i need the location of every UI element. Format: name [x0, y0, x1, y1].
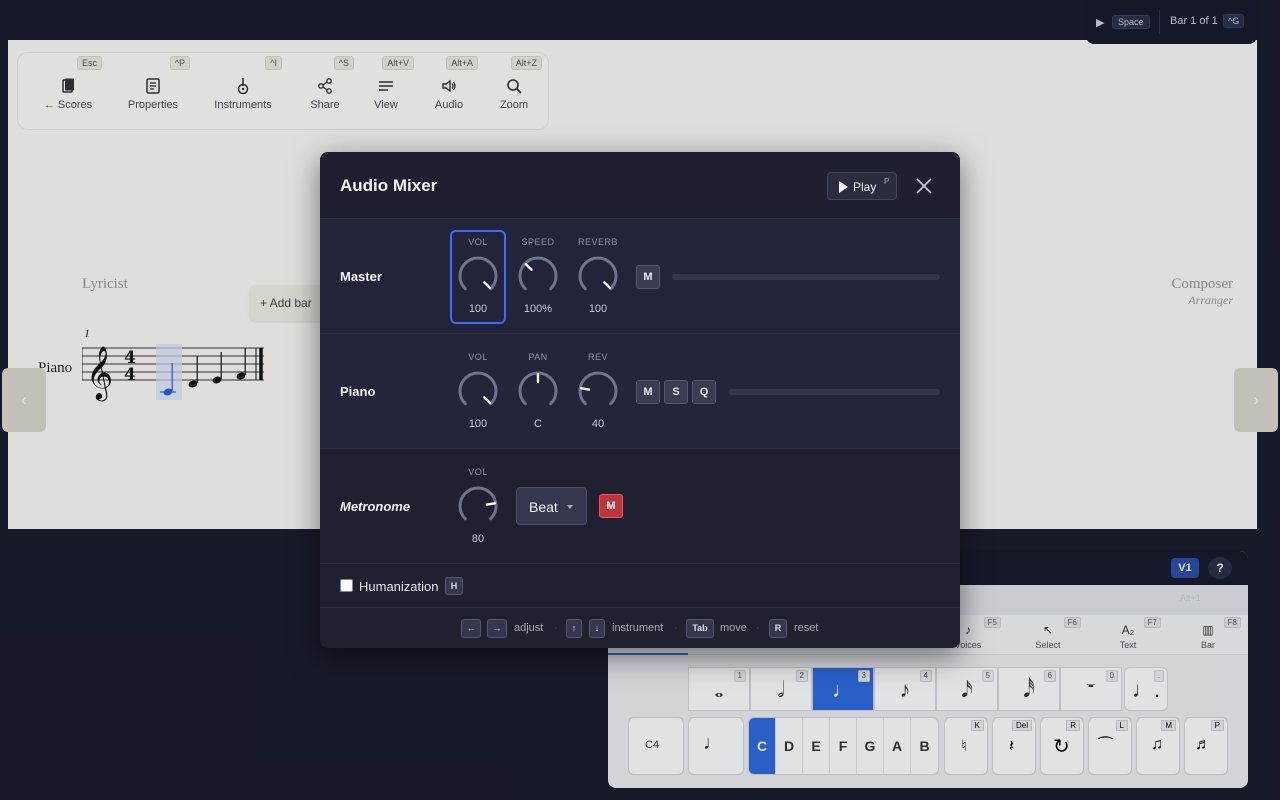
master-level-meter [672, 274, 940, 280]
knob-value: 100 [468, 418, 488, 430]
knob-value: 100 [588, 303, 608, 315]
play-button[interactable]: Play P [827, 172, 897, 200]
knob-value: 100% [523, 303, 553, 315]
knob-value: 100 [468, 303, 488, 315]
knob-value: 80 [471, 533, 485, 545]
select-value: Beat [529, 499, 558, 515]
left-arrow-key: ← [461, 619, 481, 638]
knob-dial [458, 256, 498, 291]
knob-track [458, 256, 498, 291]
knob-label: VOL [468, 467, 488, 477]
hint-move: move [720, 622, 747, 634]
knob-dial [518, 256, 558, 291]
hint-instrument: instrument [612, 622, 664, 634]
knob-label: PAN [528, 352, 548, 362]
close-icon[interactable] [914, 176, 934, 196]
separator: · [554, 622, 558, 634]
hint-reset: reset [794, 622, 819, 634]
knob-indicator [603, 281, 612, 290]
knob-dial [578, 371, 618, 406]
metronome-channel: Metronome VOL 80 Beat M [320, 449, 960, 564]
hint-adjust: adjust [514, 622, 544, 634]
down-arrow-key: ↓ [589, 619, 605, 638]
right-arrow-key: → [487, 619, 507, 638]
knob-dial [518, 371, 558, 406]
piano-pan-knob[interactable]: PAN C [510, 345, 566, 439]
knob-track [458, 371, 498, 406]
knob-track [578, 256, 618, 291]
knob-label: REVERB [577, 237, 618, 247]
dialog-header: Audio Mixer Play P [320, 152, 960, 219]
play-icon [839, 181, 848, 193]
metronome-mode-select[interactable]: Beat [516, 487, 587, 525]
piano-volume-knob[interactable]: VOL 100 [450, 345, 506, 439]
audio-mixer-dialog: Audio Mixer Play P Master VOL 100 SPEED … [320, 152, 960, 648]
humanization-label[interactable]: Humanization [359, 579, 439, 594]
metronome-mute-button[interactable]: M [599, 494, 623, 518]
piano-reverb-knob[interactable]: REV 40 [570, 345, 626, 439]
knob-indicator [483, 281, 492, 290]
tab-key: Tab [686, 619, 714, 638]
chevron-down-icon [567, 505, 573, 509]
reset-key: R [769, 619, 787, 638]
master-channel: Master VOL 100 SPEED 100% REVERB 100 M [320, 219, 960, 334]
channel-label: Metronome [340, 499, 411, 514]
channel-label: Master [340, 269, 382, 284]
knob-value: 40 [591, 418, 605, 430]
piano-q-button[interactable]: Q [692, 380, 716, 404]
master-speed-knob[interactable]: SPEED 100% [510, 230, 566, 324]
play-label: Play [853, 180, 877, 194]
dialog-title: Audio Mixer [340, 176, 438, 195]
knob-indicator [524, 262, 533, 271]
humanization-row: Humanization H [320, 564, 960, 608]
separator: · [756, 622, 760, 634]
master-reverb-knob[interactable]: REVERB 100 [570, 230, 626, 324]
master-mute-button[interactable]: M [636, 265, 660, 289]
knob-indicator [580, 387, 591, 391]
separator: · [674, 622, 678, 634]
master-volume-knob[interactable]: VOL 100 [450, 230, 506, 324]
piano-channel: Piano VOL 100 PAN C REV 40 M S Q [320, 334, 960, 449]
piano-level-meter [728, 389, 940, 395]
knob-label: SPEED [521, 237, 555, 247]
knob-indicator [483, 396, 492, 405]
piano-solo-button[interactable]: S [664, 380, 688, 404]
humanization-shortcut: H [445, 577, 463, 595]
play-shortcut: P [884, 177, 890, 186]
metronome-volume-knob[interactable]: VOL 80 [450, 460, 506, 554]
humanization-checkbox[interactable] [340, 579, 353, 592]
piano-mute-button[interactable]: M [636, 380, 660, 404]
keyboard-hints: ← → adjust · ↑ ↓ instrument · Tab move ·… [320, 608, 960, 648]
up-arrow-key: ↑ [566, 619, 582, 638]
knob-indicator [485, 502, 496, 506]
channel-label: Piano [340, 384, 376, 399]
knob-value: C [534, 418, 542, 430]
knob-label: VOL [468, 237, 488, 247]
knob-dial [458, 486, 498, 521]
knob-track [518, 256, 558, 291]
knob-dial [578, 256, 618, 291]
knob-dial [458, 371, 498, 406]
knob-label: VOL [468, 352, 488, 362]
knob-label: REV [587, 352, 608, 362]
